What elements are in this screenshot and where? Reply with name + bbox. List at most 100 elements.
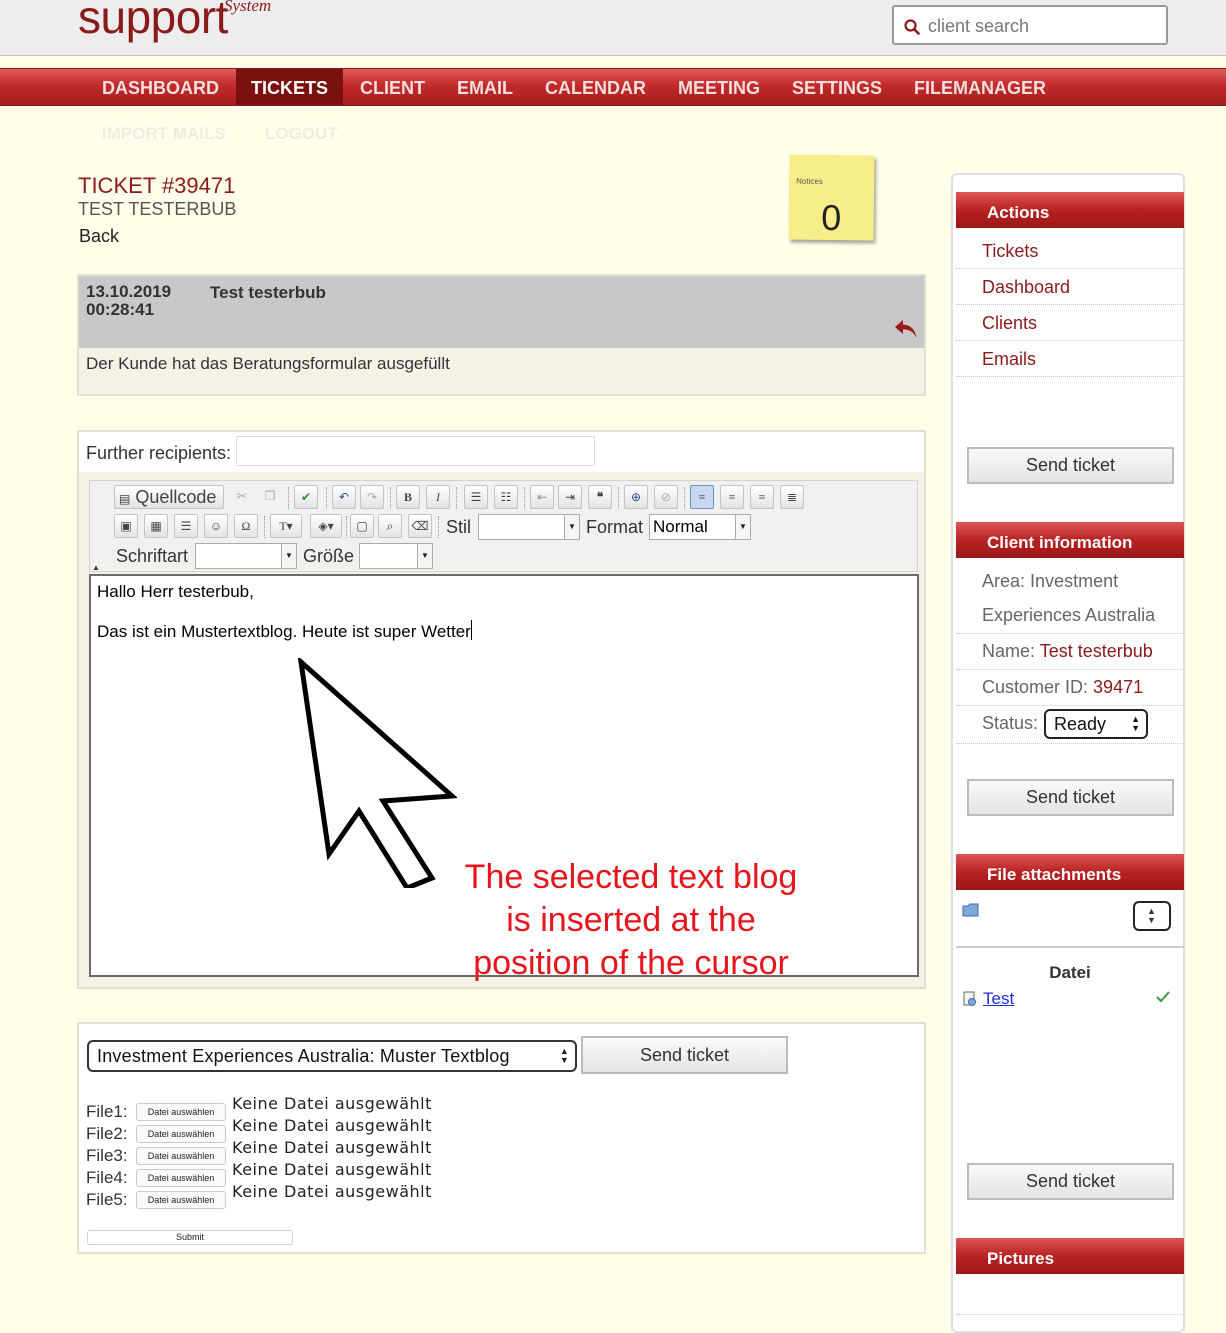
sidebar-item-dashboard[interactable]: Dashboard: [956, 269, 1184, 305]
checkmark-icon: [1156, 991, 1170, 1003]
image-icon[interactable]: ▣: [114, 514, 138, 538]
sidebar-item-tickets[interactable]: Tickets: [956, 233, 1184, 269]
align-center-icon[interactable]: ≡: [720, 485, 744, 509]
sidebar-send-ticket-button[interactable]: Send ticket: [967, 447, 1174, 484]
font-select[interactable]: ▼: [195, 543, 297, 569]
bullet-list-icon[interactable]: ☷: [494, 485, 518, 509]
align-right-icon[interactable]: ≡: [750, 485, 774, 509]
special-char-icon[interactable]: Ω: [234, 514, 258, 538]
align-left-icon[interactable]: ≡: [690, 485, 714, 509]
source-button[interactable]: ▤ Quellcode: [114, 485, 224, 509]
justify-icon[interactable]: ≣: [780, 485, 804, 509]
sidebar-send-ticket-button-2[interactable]: Send ticket: [967, 779, 1174, 816]
toolbar-separator: [326, 487, 328, 509]
ticket-subtitle: TEST TESTERBUB: [78, 199, 237, 219]
choose-file-button[interactable]: Datei auswählen: [136, 1169, 226, 1187]
annotation-callout: The selected text blog is inserted at th…: [464, 858, 798, 982]
recipients-input[interactable]: [236, 436, 595, 466]
numbered-list-icon[interactable]: ☰: [464, 485, 488, 509]
client-area-continued: Experiences Australia: [956, 598, 1184, 634]
italic-icon[interactable]: I: [426, 485, 450, 509]
pointer-arrow-icon: [297, 658, 457, 888]
folder-icon[interactable]: [962, 903, 980, 917]
nav-import-mails[interactable]: IMPORT MAILS: [102, 124, 226, 144]
cut-icon[interactable]: ✂: [230, 485, 254, 509]
link-icon[interactable]: ⊕: [624, 485, 648, 509]
client-search-input[interactable]: [926, 13, 1160, 39]
recipients-label: Further recipients:: [86, 443, 232, 463]
message-date: 13.10.2019: [86, 282, 172, 301]
attachment-folder-select[interactable]: ▲ ▼: [1133, 901, 1171, 931]
reply-icon[interactable]: [893, 318, 919, 340]
message-editor[interactable]: Hallo Herr testerbub, Das ist ein Muster…: [89, 574, 919, 982]
nav-dashboard[interactable]: DASHBOARD: [87, 69, 234, 105]
maximize-icon[interactable]: ▢: [350, 514, 374, 538]
choose-file-button[interactable]: Datei auswählen: [136, 1191, 226, 1209]
textblock-select[interactable]: Investment Experiences Australia: Muster…: [87, 1040, 577, 1072]
nav-filemanager[interactable]: FILEMANAGER: [899, 69, 1061, 105]
outdent-icon[interactable]: ⇤: [530, 485, 554, 509]
preview-icon[interactable]: ⌕: [378, 514, 402, 538]
app-logo[interactable]: support: [78, 0, 228, 44]
background-color-icon[interactable]: ◈▾: [310, 514, 342, 538]
text-color-icon[interactable]: T▾: [270, 514, 302, 538]
blockquote-icon[interactable]: ❝: [588, 485, 612, 509]
file-icon: [963, 991, 976, 1006]
pictures-header: Pictures: [956, 1238, 1184, 1274]
nav-client[interactable]: CLIENT: [345, 69, 440, 105]
client-search[interactable]: [892, 5, 1168, 45]
horizontal-rule-icon[interactable]: ☰: [174, 514, 198, 538]
nav-calendar[interactable]: CALENDAR: [530, 69, 661, 105]
sidebar-item-clients[interactable]: Clients: [956, 305, 1184, 341]
nav-email[interactable]: EMAIL: [442, 69, 528, 105]
copy-icon[interactable]: ❐: [258, 485, 282, 509]
notices-sticky-note[interactable]: Notices 0: [788, 154, 875, 241]
spellcheck-icon[interactable]: ✔: [294, 485, 318, 509]
smiley-icon[interactable]: ☺: [204, 514, 228, 538]
textblock-select-value: Investment Experiences Australia: Muster…: [97, 1046, 510, 1066]
ticket-title: TICKET #39471: [78, 173, 236, 198]
nav-meeting[interactable]: MEETING: [663, 69, 775, 105]
sidebar-item-emails[interactable]: Emails: [956, 341, 1184, 377]
choose-file-button[interactable]: Datei auswählen: [136, 1125, 226, 1143]
bold-icon[interactable]: B: [396, 485, 420, 509]
file-status: Keine Datei ausgewählt: [232, 1138, 432, 1157]
select-arrows-icon: ▲ ▼: [1147, 906, 1156, 925]
back-link[interactable]: Back: [79, 226, 119, 247]
remove-format-icon[interactable]: ⌫: [408, 514, 432, 538]
size-select[interactable]: ▼: [359, 543, 433, 569]
redo-icon[interactable]: ↷: [360, 485, 384, 509]
area-label: Area:: [982, 571, 1026, 591]
table-icon[interactable]: ▦: [144, 514, 168, 538]
collapse-toolbar-icon[interactable]: ▲: [92, 563, 100, 572]
client-name: Name: Test testerbub: [956, 634, 1184, 670]
notices-count: 0: [821, 196, 842, 239]
file-label: File4:: [86, 1168, 128, 1187]
file-status: Keine Datei ausgewählt: [232, 1094, 432, 1113]
undo-icon[interactable]: ↶: [332, 485, 356, 509]
toolbar-separator: [264, 516, 266, 538]
submit-button[interactable]: Submit: [87, 1230, 293, 1245]
style-label: Stil: [446, 517, 472, 537]
nav-tickets[interactable]: TICKETS: [236, 69, 343, 105]
style-select[interactable]: ▼: [478, 514, 580, 540]
message-datetime: 13.10.2019 00:28:41: [86, 283, 171, 319]
file-attachments-header: File attachments: [956, 854, 1184, 890]
sidebar-send-ticket-button-3[interactable]: Send ticket: [967, 1163, 1174, 1200]
status-select[interactable]: Ready ▲ ▼: [1044, 709, 1148, 739]
message-body: Der Kunde hat das Beratungsformular ausg…: [86, 354, 450, 373]
indent-icon[interactable]: ⇥: [558, 485, 582, 509]
client-customer-id: Customer ID: 39471: [956, 670, 1184, 706]
choose-file-button[interactable]: Datei auswählen: [136, 1103, 226, 1121]
send-ticket-button[interactable]: Send ticket: [581, 1036, 788, 1074]
top-bar: support System: [0, 0, 1226, 56]
message-header: 13.10.2019 00:28:41 Test testerbub: [79, 276, 924, 348]
nav-settings[interactable]: SETTINGS: [777, 69, 897, 105]
attachment-link[interactable]: Test: [983, 989, 1014, 1009]
format-select[interactable]: Normal ▼: [649, 514, 751, 540]
toolbar-separator: [684, 487, 686, 509]
unlink-icon[interactable]: ⊘: [654, 485, 678, 509]
nav-logout[interactable]: LOGOUT: [265, 124, 338, 144]
choose-file-button[interactable]: Datei auswählen: [136, 1147, 226, 1165]
chevron-down-icon: ▼: [417, 544, 432, 568]
